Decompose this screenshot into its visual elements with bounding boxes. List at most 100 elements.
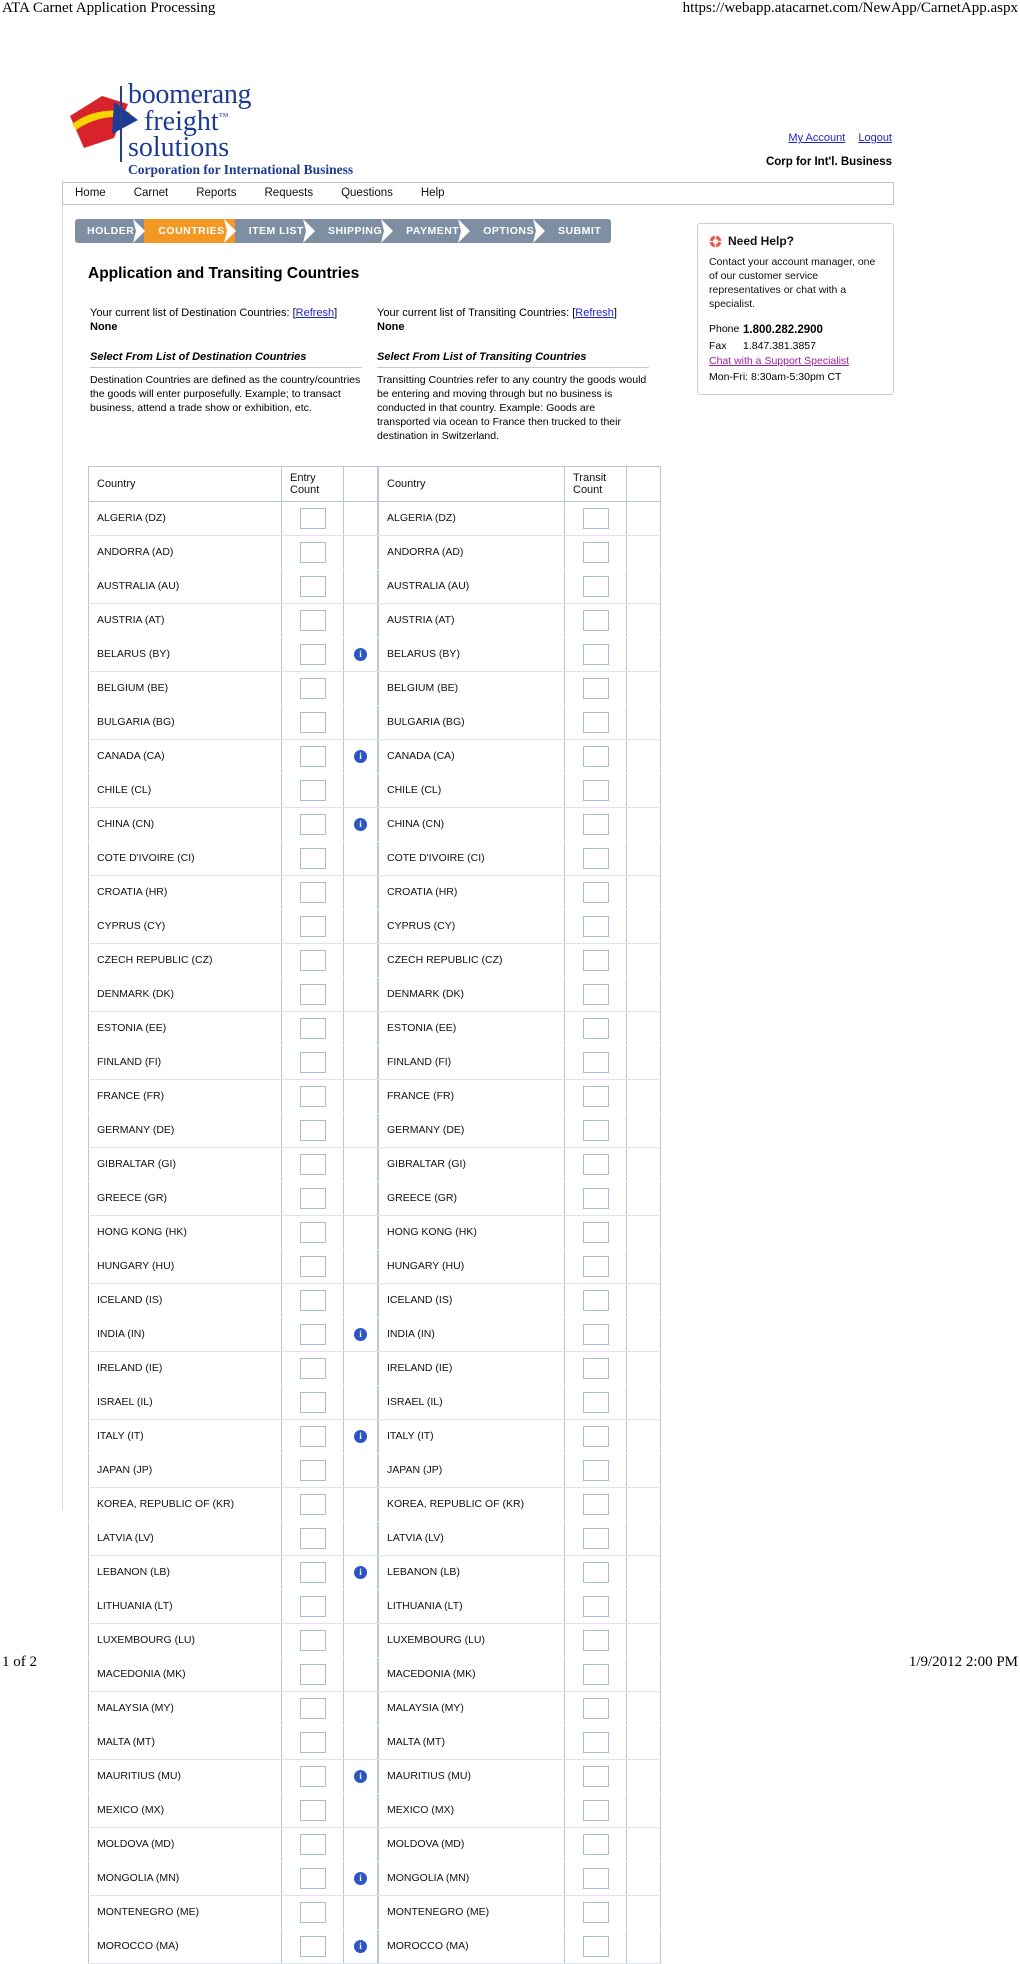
entry-count-input[interactable] [299, 575, 326, 597]
entry-count-input[interactable] [299, 1153, 326, 1175]
nav-item-requests[interactable]: Requests [251, 183, 328, 203]
transit-count-input[interactable] [582, 575, 609, 597]
transit-count-input[interactable] [582, 1119, 609, 1141]
entry-count-input[interactable] [299, 1901, 326, 1923]
entry-count-input[interactable] [299, 745, 326, 767]
entry-count-input[interactable] [299, 609, 326, 631]
transit-count-input[interactable] [582, 1357, 609, 1379]
logout-link[interactable]: Logout [858, 132, 892, 144]
transit-count-input[interactable] [582, 507, 609, 529]
entry-count-input[interactable] [299, 1255, 326, 1277]
transit-count-input[interactable] [582, 1765, 609, 1787]
transit-count-input[interactable] [582, 1289, 609, 1311]
entry-count-input[interactable] [299, 643, 326, 665]
transit-count-input[interactable] [582, 1595, 609, 1617]
entry-count-input[interactable] [299, 1459, 326, 1481]
chat-support-link[interactable]: Chat with a Support Specialist [709, 354, 883, 369]
transit-count-input[interactable] [582, 1901, 609, 1923]
entry-count-input[interactable] [299, 983, 326, 1005]
transit-count-input[interactable] [582, 1799, 609, 1821]
step-payment[interactable]: PAYMENT [392, 219, 471, 243]
info-icon[interactable]: i [354, 1871, 367, 1885]
info-icon[interactable]: i [354, 1939, 367, 1953]
entry-count-input[interactable] [299, 1051, 326, 1073]
info-icon[interactable]: i [354, 647, 367, 661]
transit-count-input[interactable] [582, 1459, 609, 1481]
info-icon[interactable]: i [354, 817, 367, 831]
entry-count-input[interactable] [299, 541, 326, 563]
entry-count-input[interactable] [299, 1221, 326, 1243]
transit-count-input[interactable] [582, 881, 609, 903]
transit-count-input[interactable] [582, 1425, 609, 1447]
entry-count-input[interactable] [299, 1629, 326, 1651]
entry-count-input[interactable] [299, 1527, 326, 1549]
entry-count-input[interactable] [299, 915, 326, 937]
entry-count-input[interactable] [299, 677, 326, 699]
info-icon[interactable]: i [354, 1327, 367, 1341]
entry-count-input[interactable] [299, 1391, 326, 1413]
transit-count-input[interactable] [582, 1391, 609, 1413]
step-holder[interactable]: HOLDER [75, 219, 146, 243]
entry-count-input[interactable] [299, 1561, 326, 1583]
transit-count-input[interactable] [582, 1221, 609, 1243]
nav-item-home[interactable]: Home [63, 183, 120, 203]
entry-count-input[interactable] [299, 1833, 326, 1855]
transit-count-input[interactable] [582, 1085, 609, 1107]
transit-count-input[interactable] [582, 711, 609, 733]
destination-refresh-link[interactable]: Refresh [296, 307, 335, 319]
nav-item-reports[interactable]: Reports [182, 183, 250, 203]
transit-count-input[interactable] [582, 1833, 609, 1855]
transit-count-input[interactable] [582, 1935, 609, 1957]
step-countries[interactable]: COUNTRIES [144, 219, 236, 243]
transit-count-input[interactable] [582, 1323, 609, 1345]
info-icon[interactable]: i [354, 1769, 367, 1783]
transit-count-input[interactable] [582, 745, 609, 767]
transit-count-input[interactable] [582, 983, 609, 1005]
entry-count-input[interactable] [299, 949, 326, 971]
transit-count-input[interactable] [582, 779, 609, 801]
transit-count-input[interactable] [582, 643, 609, 665]
nav-item-help[interactable]: Help [407, 183, 459, 203]
entry-count-input[interactable] [299, 1697, 326, 1719]
entry-count-input[interactable] [299, 1799, 326, 1821]
transit-count-input[interactable] [582, 847, 609, 869]
info-icon[interactable]: i [354, 1565, 367, 1579]
nav-item-carnet[interactable]: Carnet [120, 183, 183, 203]
transit-count-input[interactable] [582, 609, 609, 631]
step-item-list[interactable]: ITEM LIST [234, 219, 315, 243]
nav-item-questions[interactable]: Questions [327, 183, 407, 203]
info-icon[interactable]: i [354, 749, 367, 763]
entry-count-input[interactable] [299, 1187, 326, 1209]
entry-count-input[interactable] [299, 779, 326, 801]
entry-count-input[interactable] [299, 847, 326, 869]
transit-count-input[interactable] [582, 1051, 609, 1073]
transit-count-input[interactable] [582, 541, 609, 563]
transit-count-input[interactable] [582, 1017, 609, 1039]
transit-count-input[interactable] [582, 915, 609, 937]
entry-count-input[interactable] [299, 1867, 326, 1889]
step-options[interactable]: OPTIONS [469, 219, 545, 243]
entry-count-input[interactable] [299, 1493, 326, 1515]
entry-count-input[interactable] [299, 1289, 326, 1311]
entry-count-input[interactable] [299, 507, 326, 529]
transit-count-input[interactable] [582, 1731, 609, 1753]
step-shipping[interactable]: SHIPPING [313, 219, 394, 243]
entry-count-input[interactable] [299, 1731, 326, 1753]
transiting-refresh-link[interactable]: Refresh [575, 307, 614, 319]
step-submit[interactable]: SUBMIT [543, 219, 612, 243]
entry-count-input[interactable] [299, 813, 326, 835]
entry-count-input[interactable] [299, 1119, 326, 1141]
transit-count-input[interactable] [582, 1629, 609, 1651]
entry-count-input[interactable] [299, 1323, 326, 1345]
transit-count-input[interactable] [582, 1697, 609, 1719]
transit-count-input[interactable] [582, 1153, 609, 1175]
transit-count-input[interactable] [582, 1255, 609, 1277]
entry-count-input[interactable] [299, 1085, 326, 1107]
my-account-link[interactable]: My Account [788, 132, 845, 144]
info-icon[interactable]: i [354, 1429, 367, 1443]
entry-count-input[interactable] [299, 881, 326, 903]
transit-count-input[interactable] [582, 949, 609, 971]
entry-count-input[interactable] [299, 711, 326, 733]
transit-count-input[interactable] [582, 1527, 609, 1549]
entry-count-input[interactable] [299, 1357, 326, 1379]
